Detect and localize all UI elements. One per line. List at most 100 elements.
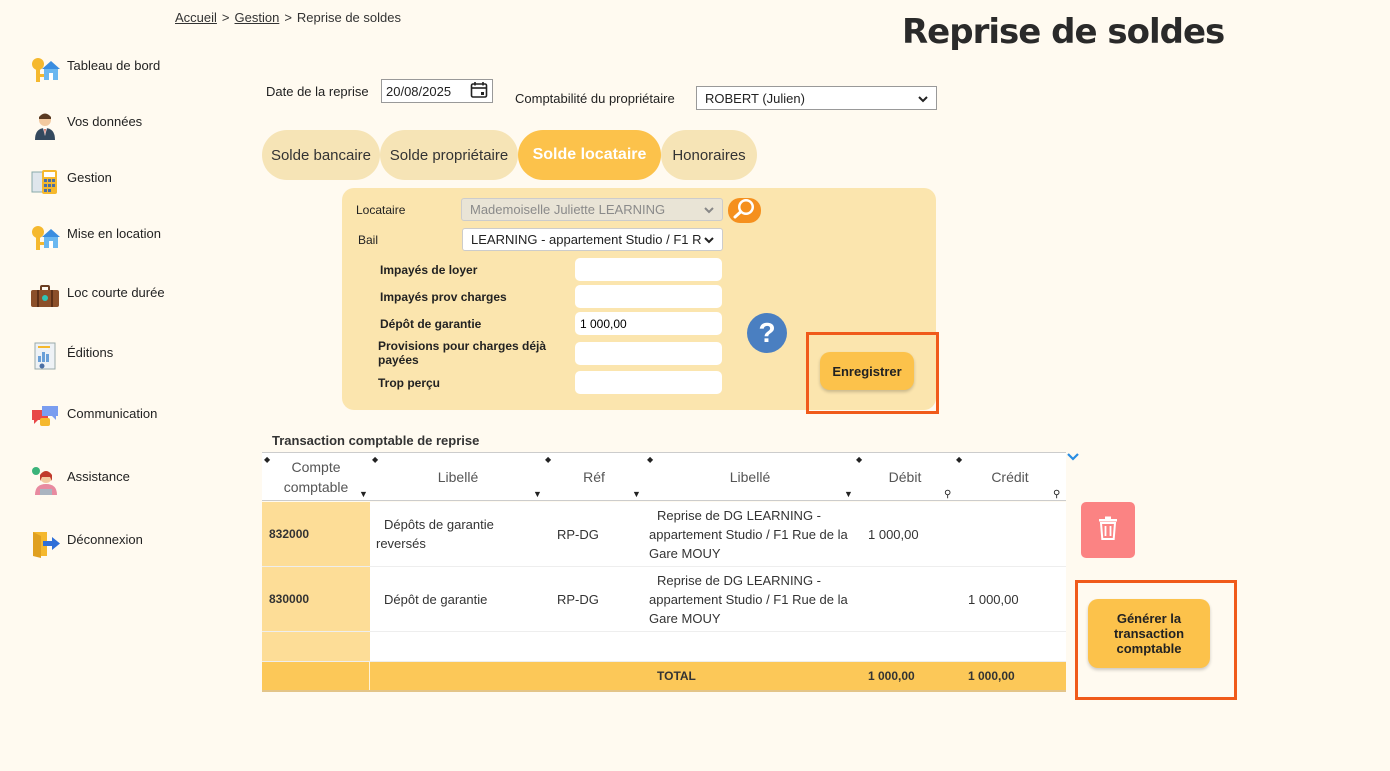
cell-debit: 1 000,00 [868,526,919,542]
depot-garantie-label: Dépôt de garantie [380,317,482,331]
sidebar-item-gestion[interactable]: Gestion [30,166,112,196]
compta-proprietaire-select[interactable]: ROBERT (Julien) [696,86,937,110]
search-icon[interactable]: ⚲ [1053,489,1060,500]
cell-credit [968,502,1058,566]
cell-libelle: Dépôts de garantie reversés [376,502,546,566]
tab-solde-locataire[interactable]: Solde locataire [518,130,661,180]
report-icon [30,341,60,371]
filter-icon[interactable]: ▼ [533,489,542,499]
table-row[interactable] [262,632,1066,662]
table-row[interactable]: 830000 Dépôt de garantie RP-DG Reprise d… [262,567,1066,632]
sidebar-item-deconnexion[interactable]: Déconnexion [30,528,143,558]
bail-select[interactable]: LEARNING - appartement Studio / F1 R [462,228,723,251]
date-reprise-input[interactable]: 20/08/2025 [381,79,493,103]
logout-icon [30,528,60,558]
sidebar-item-label: Éditions [67,345,114,360]
tab-solde-proprietaire[interactable]: Solde propriétaire [380,130,518,180]
sidebar-item-tableau-de-bord[interactable]: Tableau de bord [30,54,160,84]
locataire-select[interactable]: Mademoiselle Juliette LEARNING [461,198,723,221]
date-reprise-label: Date de la reprise [266,84,369,99]
cell-libelle-text: Dépôts de garantie reversés [376,517,494,551]
filter-icon[interactable]: ▼ [632,489,641,499]
sidebar-item-label: Assistance [67,469,130,484]
breadcrumb-current: Reprise de soldes [296,10,401,25]
generate-transaction-button[interactable]: Générer la transaction comptable [1088,599,1210,668]
trop-percu-input[interactable] [575,371,722,394]
compta-proprietaire-label: Comptabilité du propriétaire [515,91,675,106]
cell-libelle-2: Reprise de DG LEARNING - appartement Stu… [649,567,849,631]
depot-garantie-input[interactable] [575,312,722,335]
col-header-ref[interactable]: Réf [546,453,642,501]
trash-icon [1098,516,1118,545]
impayes-prov-charges-label: Impayés prov charges [380,290,507,304]
trop-percu-label: Trop perçu [378,376,441,390]
cell-debit [868,567,958,631]
filter-icon[interactable]: ▼ [844,489,853,499]
bail-value: LEARNING - appartement Studio / F1 R [471,232,702,247]
col-header-libelle-2[interactable]: Libellé [650,453,850,501]
locataire-label: Locataire [356,203,406,217]
chevron-down-icon [704,202,714,217]
calendar-icon[interactable] [470,81,488,102]
col-header-debit[interactable]: Débit [860,453,950,501]
col-header-compte[interactable]: Compte comptable [262,453,370,501]
tab-solde-bancaire[interactable]: Solde bancaire [262,130,380,180]
page-title: Reprise de soldes [902,12,1225,52]
col-header-libelle[interactable]: Libellé [370,453,546,501]
impayes-loyer-input[interactable] [575,258,722,281]
bail-label: Bail [358,233,379,247]
sidebar-item-label: Vos données [67,114,143,129]
table-header-row: Compte comptable ◆ ▼ Libellé ◆ ◆ ▼ Réf ◆… [262,452,1066,501]
sort-icon[interactable]: ◆ [264,455,270,464]
sidebar-item-assistance[interactable]: Assistance [30,465,130,495]
total-label: TOTAL [657,668,696,683]
search-locataire-button[interactable] [728,198,761,223]
sidebar-item-label: Mise en location [67,226,161,241]
sidebar-item-label: Communication [67,406,158,421]
house-key-icon [30,222,60,252]
suitcase-icon [30,281,60,311]
breadcrumb-home-link[interactable]: Accueil [175,10,217,25]
chevron-down-icon [704,232,714,247]
filter-icon[interactable]: ▼ [359,489,368,499]
help-icon[interactable]: ? [747,313,787,353]
search-icon [732,197,758,224]
transaction-table-title: Transaction comptable de reprise [272,433,480,448]
table-row[interactable]: 832000 Dépôts de garantie reversés RP-DG… [262,502,1066,567]
total-debit: 1 000,00 [868,668,915,683]
cell-compte [262,662,370,690]
chevron-down-icon[interactable] [1066,449,1080,465]
impayes-loyer-label: Impayés de loyer [380,263,478,277]
locataire-value: Mademoiselle Juliette LEARNING [470,202,666,217]
cell-ref: RP-DG [557,591,599,607]
tab-honoraires[interactable]: Honoraires [661,130,757,180]
house-key-icon [30,54,60,84]
provisions-charges-input[interactable] [575,342,722,365]
sidebar-item-mise-en-location[interactable]: Mise en location [30,222,161,252]
cell-ref: RP-DG [557,526,599,542]
impayes-prov-charges-input[interactable] [575,285,722,308]
delete-transaction-button[interactable] [1081,502,1135,558]
cell-libelle-2-text: Reprise de DG LEARNING - appartement Stu… [649,507,848,561]
compta-proprietaire-value: ROBERT (Julien) [705,90,805,106]
sidebar-item-vos-donnees[interactable]: Vos données [30,110,142,140]
breadcrumb-separator: > [284,10,292,25]
breadcrumb-separator: > [221,10,230,25]
breadcrumb-gestion-link[interactable]: Gestion [235,10,280,25]
provisions-charges-label: Provisions pour charges déjà payées [378,339,547,367]
col-header-credit[interactable]: Crédit [962,453,1058,501]
sidebar-item-communication[interactable]: Communication [30,402,157,432]
search-icon[interactable]: ⚲ [944,489,951,500]
calculator-icon [30,166,60,196]
cell-libelle-2: Reprise de DG LEARNING - appartement Stu… [649,502,849,566]
sidebar-item-editions[interactable]: Éditions [30,341,113,371]
sidebar-item-label: Gestion [67,170,112,185]
cell-libelle-2-text: Reprise de DG LEARNING - appartement Stu… [649,572,848,626]
sidebar-item-loc-courte-duree[interactable]: Loc courte durée [30,281,165,311]
cell-compte: 832000 [262,502,370,566]
sort-icon[interactable]: ◆ [372,455,378,464]
sidebar-item-label: Tableau de bord [67,58,161,73]
breadcrumb: Accueil > Gestion > Reprise de soldes [175,10,401,25]
chevron-down-icon [918,91,928,106]
save-button[interactable]: Enregistrer [820,352,914,390]
